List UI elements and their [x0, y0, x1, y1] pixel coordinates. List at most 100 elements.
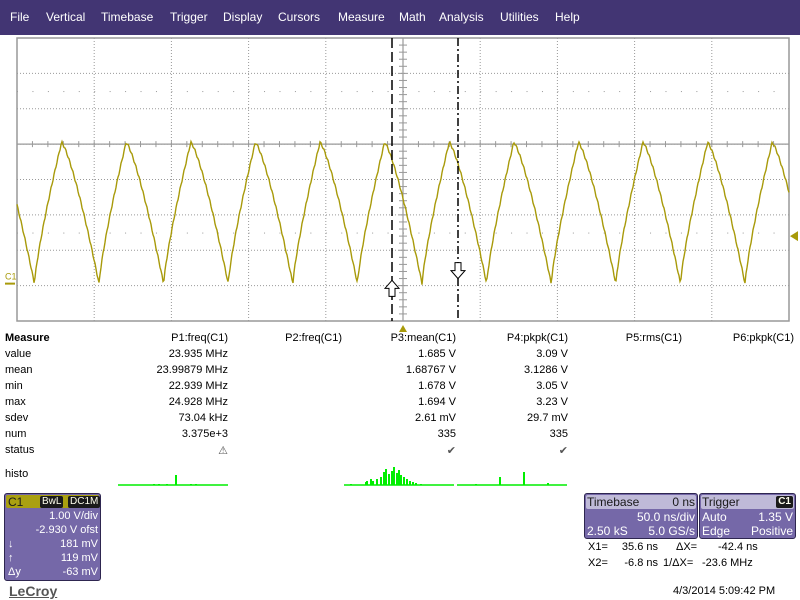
grid-dot	[696, 91, 698, 93]
histo-bar	[391, 471, 393, 485]
menu-analysis[interactable]: Analysis	[439, 10, 484, 24]
histo-bar	[190, 484, 192, 485]
waveform-display[interactable]: C1	[0, 35, 800, 332]
measure-param-header: P2:freq(C1)	[285, 332, 342, 344]
grid-dot	[279, 232, 281, 234]
grid-dot	[233, 91, 235, 93]
grid-dot	[78, 232, 80, 234]
channel-header: C1 BwL DC1M	[6, 495, 101, 509]
grid-dot	[63, 91, 65, 93]
grid-dot	[449, 91, 451, 93]
grid-dot	[341, 91, 343, 93]
time-per-div: 50.0 ns/div	[636, 510, 695, 524]
channel-c1-panel[interactable]: C1 BwL DC1M 1.00 V/div -2.930 V ofst ↓ 1…	[4, 493, 101, 581]
timebase-title: Timebase	[587, 495, 640, 509]
trigger-panel[interactable]: Trigger C1 Auto 1.35 V Edge Positive	[699, 493, 796, 539]
grid-dot	[665, 91, 667, 93]
measure-value: 3.05 V	[536, 380, 568, 392]
grid-dot	[727, 232, 729, 234]
histo-bar	[406, 479, 408, 485]
grid-dot	[217, 91, 219, 93]
histo-bar	[385, 469, 387, 485]
grid-dot	[325, 232, 327, 234]
trigger-level-marker	[790, 231, 798, 242]
histo-p4	[457, 472, 567, 486]
grid-dot	[727, 91, 729, 93]
grid-dot	[294, 91, 296, 93]
grid-dot	[233, 232, 235, 234]
grid-dot	[294, 232, 296, 234]
sample-rate: 5.0 GS/s	[648, 524, 695, 538]
measure-value: 23.935 MHz	[168, 348, 228, 360]
volts-per-div: 1.00 V/div	[49, 510, 98, 522]
grid-dot	[480, 232, 482, 234]
measure-row-label: value	[5, 348, 32, 360]
measure-row-label: max	[5, 396, 26, 408]
grid-dot	[526, 232, 528, 234]
grid-dot	[94, 91, 96, 93]
menu-measure[interactable]: Measure	[338, 10, 385, 24]
grid-dot	[650, 232, 652, 234]
measure-value: 1.694 V	[418, 396, 456, 408]
grid-dot	[140, 232, 142, 234]
grid-dot	[418, 232, 420, 234]
grid-dot	[155, 91, 157, 93]
down-arrow-icon: ↓	[8, 538, 14, 550]
histo-bar	[383, 472, 385, 485]
grid-dot	[372, 91, 374, 93]
measure-title: Measure	[5, 332, 50, 344]
grid-dot	[155, 232, 157, 234]
menu-display[interactable]: Display	[223, 10, 262, 24]
grid-dot	[403, 91, 404, 93]
delta-y-label: Δy	[8, 566, 21, 578]
menu-cursors[interactable]: Cursors	[278, 10, 320, 24]
grid-dot	[325, 91, 327, 93]
trigger-type: Edge	[702, 524, 731, 538]
grid-dot	[279, 91, 281, 93]
menu-file[interactable]: File	[10, 10, 29, 24]
measure-row-label: mean	[5, 364, 33, 376]
measure-value: 3.1286 V	[523, 364, 568, 376]
menu-help[interactable]: Help	[555, 10, 580, 24]
trigger-level: 1.35 V	[758, 510, 793, 524]
grid-dot	[341, 232, 343, 234]
menu-bar: File Vertical Timebase Trigger Display Cursor…	[0, 0, 800, 35]
coupling-tag: DC1M	[68, 496, 101, 508]
grid-dot	[541, 91, 543, 93]
menu-vertical[interactable]: Vertical	[46, 10, 85, 24]
menu-trigger[interactable]: Trigger	[170, 10, 208, 24]
grid-dot	[541, 232, 543, 234]
grid-dot	[773, 91, 775, 93]
x2-label: X2=	[588, 557, 608, 569]
menu-utilities[interactable]: Utilities	[500, 10, 539, 24]
grid-dot	[650, 91, 652, 93]
measure-value: 1.678 V	[418, 380, 456, 392]
histo-bar	[400, 475, 402, 485]
histo-bar	[195, 484, 197, 485]
grid-dot	[619, 232, 621, 234]
grid-dot	[418, 91, 420, 93]
grid-dot	[248, 232, 250, 234]
measure-row-label: sdev	[5, 412, 29, 424]
trigger-title: Trigger	[702, 495, 740, 509]
grid-dot	[186, 91, 188, 93]
grid-dot	[572, 232, 574, 234]
x2-value: -6.8 ns	[624, 557, 658, 569]
grid-dot	[634, 91, 636, 93]
grid-dot	[387, 232, 389, 234]
histo-bar	[372, 481, 374, 485]
grid-dot	[511, 91, 513, 93]
timebase-delay: 0 ns	[672, 495, 695, 509]
grid-dot	[47, 232, 49, 234]
menu-timebase[interactable]: Timebase	[101, 10, 153, 24]
histo-bar	[475, 484, 477, 485]
grid-dot	[511, 232, 513, 234]
measure-row-label: min	[5, 380, 23, 392]
grid-dot	[63, 232, 65, 234]
measure-value: 3.23 V	[536, 396, 568, 408]
grid-dot	[109, 91, 111, 93]
menu-math[interactable]: Math	[399, 10, 426, 24]
timebase-panel[interactable]: Timebase 0 ns 50.0 ns/div 2.50 kS 5.0 GS…	[584, 493, 698, 539]
grid-dot	[387, 91, 389, 93]
grid-dot	[125, 232, 127, 234]
